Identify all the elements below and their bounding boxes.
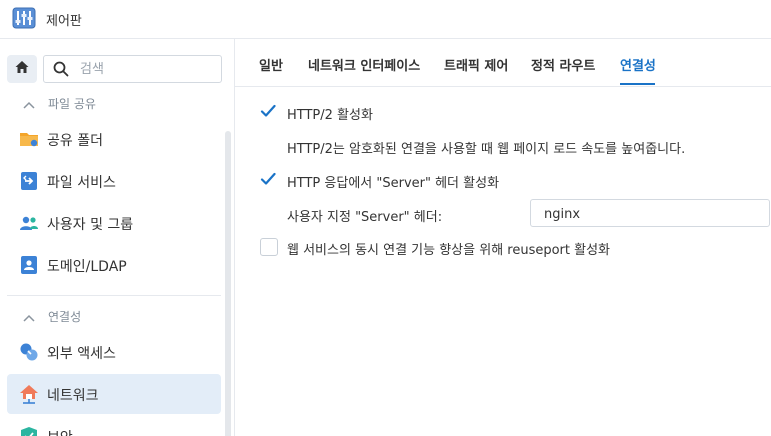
shield-icon [19,426,39,436]
server-header-label[interactable]: HTTP 응답에서 "Server" 헤더 활성화 [287,172,499,191]
connectivity-settings: HTTP/2 활성화 HTTP/2는 암호화된 연결을 사용할 때 웹 페이지 … [235,87,771,436]
sidebar-item-label: 사용자 및 그룹 [47,217,134,233]
server-header-checkbox[interactable] [260,171,276,187]
section-label: 연결성 [48,310,82,324]
tab-bar: 일반 네트워크 인터페이스 트래픽 제어 정적 라우트 연결성 [235,39,771,87]
sidebar-item-shared-folder[interactable]: 공유 폴더 [7,119,221,159]
chevron-up-icon [23,98,35,113]
section-file-sharing[interactable]: 파일 공유 [0,90,222,116]
sidebar-item-label: 도메인/LDAP [47,259,127,275]
sidebar-item-user-group[interactable]: 사용자 및 그룹 [7,203,221,243]
section-divider [7,295,221,296]
checkmark-icon [260,172,276,185]
control-panel-icon [12,6,36,30]
sidebar: 파일 공유 공유 폴더 파일 서비스 사용자 및 그룹 도메인/LDAP 연결성 [0,39,235,436]
sidebar-item-label: 파일 서비스 [47,175,116,191]
section-connectivity[interactable]: 연결성 [0,303,222,329]
shared-folder-icon [19,129,39,149]
chevron-up-icon [23,311,35,326]
http2-label[interactable]: HTTP/2 활성화 [287,104,373,123]
http2-description: HTTP/2는 암호화된 연결을 사용할 때 웹 페이지 로드 속도를 높여줍니… [287,142,686,157]
custom-server-header-input[interactable] [542,204,761,224]
custom-server-header-field[interactable] [530,199,770,227]
sidebar-item-label: 외부 액세스 [47,346,116,362]
tab-general[interactable]: 일반 [259,55,283,74]
domain-ldap-icon [19,255,39,275]
reuseport-checkbox[interactable] [260,238,278,256]
tab-traffic-control[interactable]: 트래픽 제어 [444,55,508,74]
sidebar-scrollbar[interactable] [225,131,231,436]
external-access-icon [19,342,39,362]
http2-checkbox[interactable] [260,103,276,119]
search-input[interactable] [78,59,217,79]
active-tab-indicator [620,83,655,85]
tab-static-route[interactable]: 정적 라우트 [531,55,595,74]
reuseport-label[interactable]: 웹 서비스의 동시 연결 기능 향상을 위해 reuseport 활성화 [287,239,610,258]
tab-network-interface[interactable]: 네트워크 인터페이스 [308,55,420,74]
sidebar-item-label: 네트워크 [47,388,99,404]
app-title: 제어판 [46,14,82,29]
network-icon [19,384,39,404]
sidebar-item-label: 보안 [47,427,73,436]
section-label: 파일 공유 [48,97,96,111]
sidebar-item-file-services[interactable]: 파일 서비스 [7,161,221,201]
file-services-icon [19,171,39,191]
title-bar: 제어판 [0,0,771,39]
search-box[interactable] [43,55,222,83]
sidebar-item-label: 공유 폴더 [47,133,103,149]
home-icon [14,59,30,79]
sidebar-item-security[interactable]: 보안 [7,416,221,436]
sidebar-item-domain-ldap[interactable]: 도메인/LDAP [7,245,221,285]
user-group-icon [19,213,39,233]
tab-connectivity[interactable]: 연결성 [620,55,656,74]
home-button[interactable] [7,55,37,83]
search-icon [53,61,69,81]
sidebar-item-external-access[interactable]: 외부 액세스 [7,332,221,372]
checkmark-icon [260,104,276,117]
custom-server-header-label: 사용자 지정 "Server" 헤더: [287,210,443,225]
sidebar-item-network[interactable]: 네트워크 [7,374,221,414]
